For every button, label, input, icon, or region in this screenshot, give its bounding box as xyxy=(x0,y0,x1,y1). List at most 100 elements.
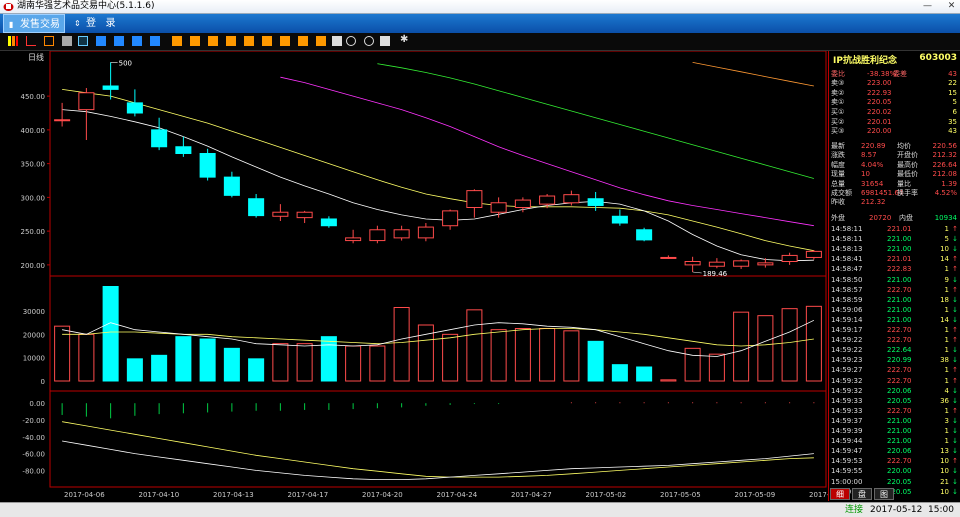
gear-icon[interactable]: ✱ xyxy=(400,35,410,45)
candle-body[interactable] xyxy=(151,129,168,148)
candle-body[interactable] xyxy=(611,215,628,224)
candle-body[interactable] xyxy=(320,218,337,227)
menu-login-tab[interactable]: ⇕ 登 录 xyxy=(70,14,120,33)
candle-body[interactable] xyxy=(490,202,507,213)
volume-bar[interactable] xyxy=(126,358,143,382)
volume-bar[interactable] xyxy=(393,307,410,382)
volume-bar[interactable] xyxy=(514,328,531,382)
volume-bar[interactable] xyxy=(320,336,337,382)
candle-body[interactable] xyxy=(805,250,822,258)
volume-bar[interactable] xyxy=(636,366,653,382)
stat-row: 最新 220.89 均价 220.56 xyxy=(829,142,960,151)
refresh-icon[interactable] xyxy=(132,36,142,46)
notes-icon[interactable] xyxy=(332,36,342,46)
candle-body[interactable] xyxy=(223,176,240,196)
volume-bar[interactable] xyxy=(708,353,725,382)
magnify-icon[interactable] xyxy=(364,36,374,46)
candle-body[interactable] xyxy=(684,261,701,266)
volume-bar[interactable] xyxy=(369,345,386,382)
candle-body[interactable] xyxy=(296,211,313,219)
candle-body[interactable] xyxy=(126,102,143,114)
volume-bar[interactable] xyxy=(151,354,168,382)
volume-bar[interactable] xyxy=(466,309,483,382)
volume-bar[interactable] xyxy=(587,340,604,382)
volume-bar[interactable] xyxy=(345,345,362,382)
volume-bar[interactable] xyxy=(175,336,192,382)
candle-body[interactable] xyxy=(175,146,192,154)
candle-body[interactable] xyxy=(563,194,580,204)
minimize-icon[interactable]: — xyxy=(922,1,933,11)
date-label: 2017-04-13 xyxy=(213,491,254,499)
tab-depth[interactable]: 盘 xyxy=(852,488,872,500)
ask-price: 222.93 xyxy=(867,88,892,97)
candle-body[interactable] xyxy=(587,198,604,206)
tick-volume: 1 xyxy=(944,225,949,233)
candle-body[interactable] xyxy=(78,92,95,111)
period-day-icon[interactable] xyxy=(262,36,272,46)
volume-bar[interactable] xyxy=(102,286,119,382)
search-icon[interactable] xyxy=(346,36,356,46)
kline-icon[interactable] xyxy=(44,36,54,46)
volume-bar[interactable] xyxy=(805,305,822,382)
candle-body[interactable] xyxy=(757,262,774,266)
volume-bar[interactable] xyxy=(684,347,701,382)
tab-detail[interactable]: 细 xyxy=(830,488,850,500)
window-icon[interactable] xyxy=(78,36,88,46)
candle-body[interactable] xyxy=(733,260,750,267)
zoom-out-icon[interactable] xyxy=(114,36,124,46)
candle-body[interactable] xyxy=(514,199,531,208)
zoom-in-icon[interactable] xyxy=(96,36,106,46)
volume-bar[interactable] xyxy=(199,338,216,382)
volume-bar[interactable] xyxy=(660,379,677,382)
kline-chart-area[interactable]: 日线 450.00 400.00 350.00 300.00 250.00 200.00 30… xyxy=(0,50,850,501)
bar-chart-icon[interactable] xyxy=(8,36,18,46)
candle-body[interactable] xyxy=(781,254,798,263)
period-15min-icon[interactable] xyxy=(208,36,218,46)
line-chart-icon[interactable] xyxy=(26,36,36,46)
volume-bar[interactable] xyxy=(78,333,95,382)
period-1min-icon[interactable] xyxy=(172,36,182,46)
volume-bar[interactable] xyxy=(733,311,750,382)
volume-bar[interactable] xyxy=(490,329,507,382)
period-month-icon[interactable] xyxy=(298,36,308,46)
candle-body[interactable] xyxy=(369,229,386,242)
volume-bar[interactable] xyxy=(757,315,774,382)
candle-body[interactable] xyxy=(345,237,362,242)
volume-bar[interactable] xyxy=(563,330,580,382)
candle-body[interactable] xyxy=(54,119,71,122)
tab-chart[interactable]: 图 xyxy=(874,488,894,500)
draw-tool-icon[interactable] xyxy=(380,36,390,46)
candle-body[interactable] xyxy=(442,210,459,227)
close-icon[interactable]: ✕ xyxy=(946,1,957,11)
tick-direction-icon: ↓ xyxy=(952,235,958,244)
candle-body[interactable] xyxy=(708,261,725,267)
volume-bar[interactable] xyxy=(781,308,798,382)
period-5min-icon[interactable] xyxy=(190,36,200,46)
volume-bar[interactable] xyxy=(539,328,556,382)
candle-body[interactable] xyxy=(102,85,119,90)
volume-bar[interactable] xyxy=(296,343,313,382)
volume-bar[interactable] xyxy=(248,358,265,382)
period-week-icon[interactable] xyxy=(280,36,290,46)
candle-body[interactable] xyxy=(417,226,434,239)
period-quarter-icon[interactable] xyxy=(316,36,326,46)
volume-bar[interactable] xyxy=(223,347,240,382)
candle-body[interactable] xyxy=(199,153,216,178)
volume-bar[interactable] xyxy=(272,343,289,382)
candle-body[interactable] xyxy=(539,195,556,205)
volume-bar[interactable] xyxy=(442,333,459,382)
candle-body[interactable] xyxy=(248,198,265,217)
volume-bar[interactable] xyxy=(611,364,628,382)
table-icon[interactable] xyxy=(62,36,72,46)
period-30min-icon[interactable] xyxy=(226,36,236,46)
cross-icon[interactable] xyxy=(150,36,160,46)
candle-body[interactable] xyxy=(636,229,653,241)
menu-trade-tab[interactable]: ▮ 发售交易 xyxy=(3,14,65,33)
period-60min-icon[interactable] xyxy=(244,36,254,46)
candle-body[interactable] xyxy=(660,256,677,259)
tick-row: 14:59:33 220.05 36 ↓ xyxy=(829,397,960,406)
kline-chart[interactable]: 日线 450.00 400.00 350.00 300.00 250.00 200.00 30… xyxy=(0,50,850,501)
candle-body[interactable] xyxy=(466,190,483,208)
candle-body[interactable] xyxy=(393,229,410,239)
candle-body[interactable] xyxy=(272,211,289,217)
